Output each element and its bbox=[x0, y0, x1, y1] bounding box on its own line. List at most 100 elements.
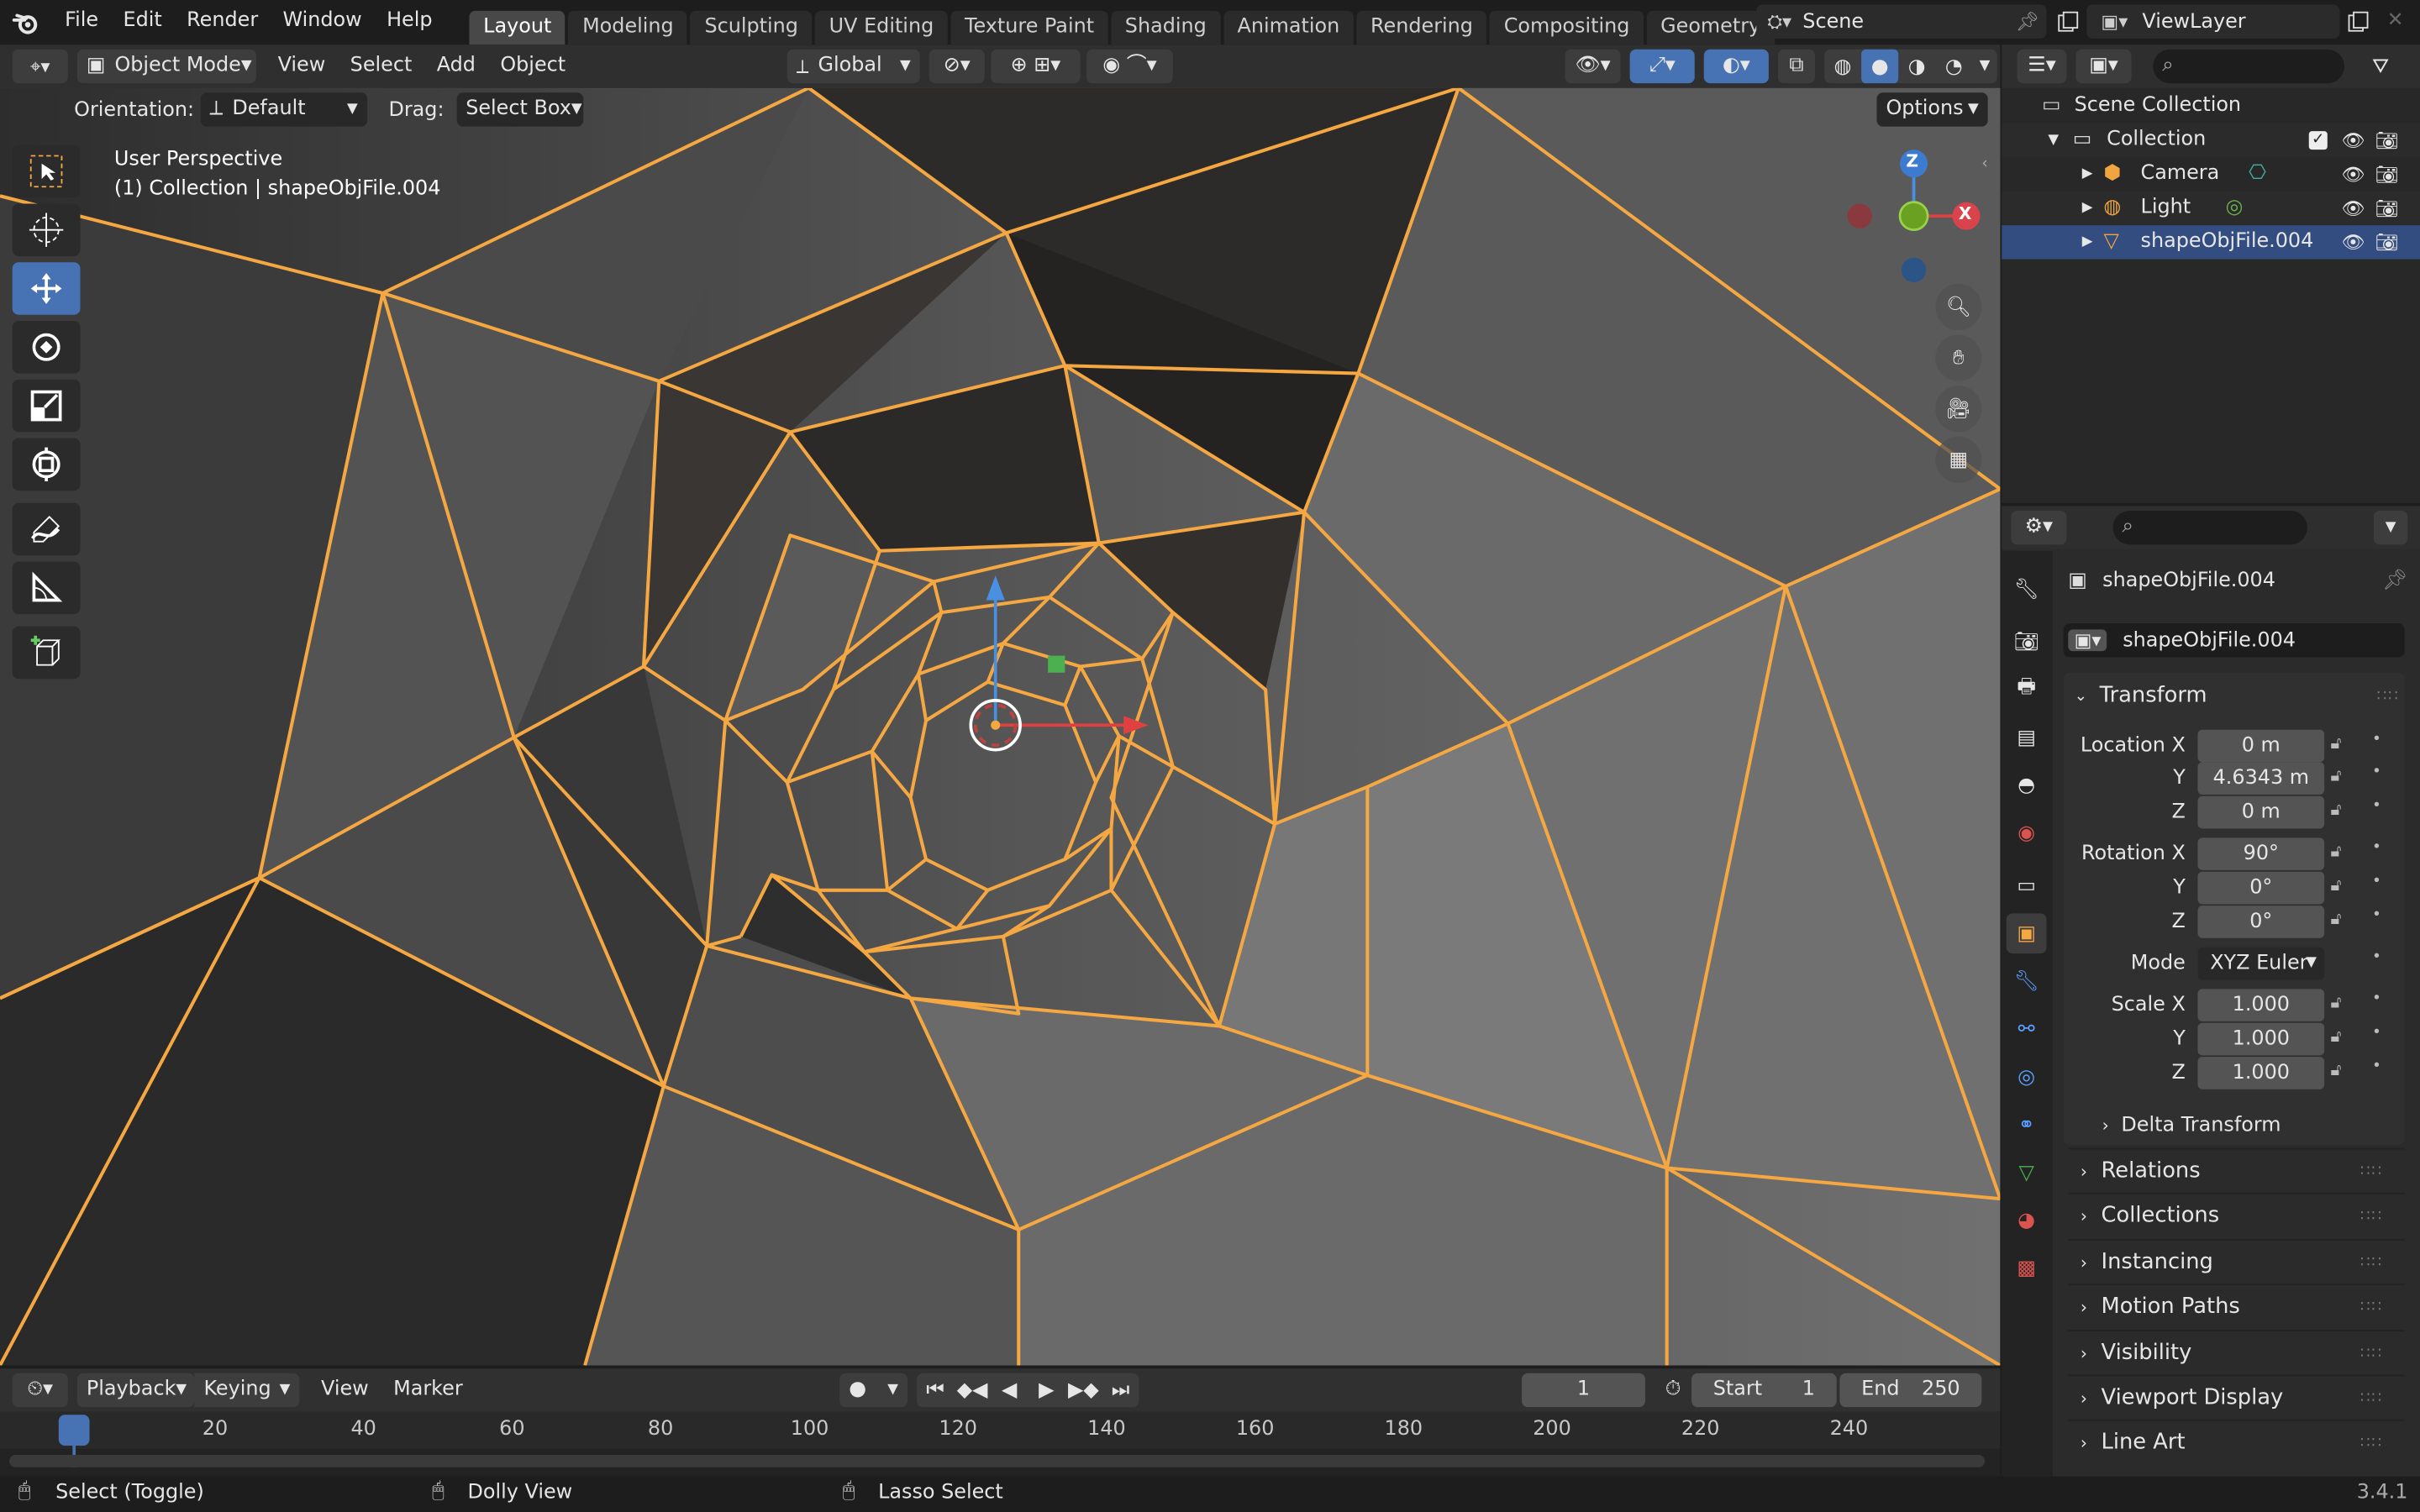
camera-render-icon[interactable]: 📷︎ bbox=[2375, 123, 2399, 157]
new-scene-icon[interactable] bbox=[2053, 8, 2084, 35]
outliner-row-shapeobjfile-004[interactable]: ▶ ▽ shapeObjFile.004 👁︎ 📷︎ bbox=[2002, 225, 2420, 260]
lock-icon[interactable]: 🔓︎ bbox=[2330, 841, 2341, 863]
rotation-z-field[interactable]: 0° bbox=[2197, 906, 2325, 938]
location-x-field[interactable]: 0 m bbox=[2197, 729, 2325, 763]
view-layer-selector[interactable]: ▣▾ ViewLayer bbox=[2086, 4, 2340, 39]
scene-name[interactable]: Scene bbox=[1802, 10, 2015, 34]
visibility-eye-icon[interactable]: 👁︎▾ bbox=[1565, 49, 1621, 84]
scene-tab-icon[interactable]: ◓ bbox=[2007, 765, 2047, 806]
camera-view-icon[interactable]: 🎥︎ bbox=[1935, 386, 1982, 433]
eye-icon[interactable]: 👁︎ bbox=[2341, 225, 2365, 259]
play-icon[interactable]: ▶ bbox=[1028, 1373, 1065, 1407]
navigation-gizmo[interactable]: Z X bbox=[1839, 144, 1987, 291]
zoom-icon[interactable]: 🔍︎ bbox=[1935, 283, 1982, 331]
eye-icon[interactable]: 👁︎ bbox=[2341, 157, 2365, 191]
lock-icon[interactable]: 🔓︎ bbox=[2330, 765, 2341, 787]
object-datablock-name[interactable]: shapeObjFile.004 bbox=[2123, 628, 2296, 652]
rotation-x-field[interactable]: 90° bbox=[2197, 837, 2325, 870]
view-layer-name[interactable]: ViewLayer bbox=[2142, 10, 2339, 34]
3d-viewport[interactable]: User Perspective (1) Collection | shapeO… bbox=[0, 87, 2001, 1366]
outliner-editor-type-icon[interactable]: ☰▾ bbox=[2017, 49, 2067, 84]
panel-collections[interactable]: › Collections ∷∷ bbox=[2068, 1193, 2405, 1239]
overlays-toggle-icon[interactable]: ◐▾ bbox=[1703, 49, 1769, 84]
constraints-tab-icon[interactable]: ⚭ bbox=[2007, 1105, 2047, 1145]
orientation-dropdown[interactable]: ⟂ Default ▼ bbox=[200, 92, 367, 127]
timeline-editor-type-icon[interactable]: ⏲▾ bbox=[12, 1373, 68, 1408]
jump-end-icon[interactable]: ⏭ bbox=[1102, 1373, 1139, 1407]
keying-dropdown[interactable]: Keying ▼ bbox=[194, 1373, 300, 1408]
filter-icon[interactable]: ⛛ bbox=[2372, 55, 2389, 78]
world-tab-icon[interactable]: ◉ bbox=[2007, 813, 2047, 853]
output-tab-icon[interactable]: 🖶︎ bbox=[2007, 669, 2047, 710]
render-tab-icon[interactable]: 📷︎ bbox=[2007, 622, 2047, 662]
sidebar-toggle-icon[interactable]: ‹ bbox=[1981, 156, 1987, 173]
scale-y-field[interactable]: 1.000 bbox=[2197, 1022, 2325, 1056]
lock-icon[interactable]: 🔓︎ bbox=[2330, 909, 2341, 931]
view-layer-tab-icon[interactable]: ▤ bbox=[2007, 717, 2047, 758]
end-frame-field[interactable]: End 250 bbox=[1839, 1373, 1982, 1408]
move-icon[interactable] bbox=[12, 262, 81, 315]
material-shading-icon[interactable]: ◑ bbox=[1898, 50, 1935, 83]
object-mode-dropdown[interactable]: ▣ Object Mode ▼ bbox=[76, 49, 256, 84]
menu-select[interactable]: Select bbox=[338, 45, 424, 87]
keyframe-dot-icon[interactable]: • bbox=[2372, 1025, 2381, 1042]
camera-render-icon[interactable]: 📷︎ bbox=[2375, 157, 2399, 191]
disclosure-triangle-icon[interactable]: ▶ bbox=[2082, 157, 2093, 191]
outliner-row-scene-collection[interactable]: ▭ Scene Collection bbox=[2002, 89, 2420, 123]
menu-add[interactable]: Add bbox=[424, 45, 488, 87]
select-box-icon[interactable] bbox=[12, 144, 81, 198]
scene-selector[interactable]: ⛭▾ Scene 📌︎ bbox=[1756, 4, 2047, 39]
scale-x-field[interactable]: 1.000 bbox=[2197, 989, 2325, 1021]
current-frame-field[interactable]: 1 bbox=[1522, 1373, 1645, 1408]
disclosure-triangle-icon[interactable]: ▼ bbox=[2048, 123, 2059, 157]
hand-pan-icon[interactable]: ✋︎ bbox=[1935, 334, 1982, 381]
outliner-search-input[interactable]: ⌕ bbox=[2153, 49, 2344, 84]
keyframe-dot-icon[interactable]: • bbox=[2372, 949, 2381, 966]
physics-tab-icon[interactable]: ◎ bbox=[2007, 1057, 2047, 1097]
light-data-icon[interactable]: ◎ bbox=[2226, 192, 2244, 225]
panel-relations[interactable]: › Relations ∷∷ bbox=[2068, 1147, 2405, 1193]
camera-render-icon[interactable]: 📷︎ bbox=[2375, 225, 2399, 259]
options-dropdown[interactable]: Options ▼ bbox=[1876, 92, 1988, 127]
eye-icon[interactable]: 👁︎ bbox=[2341, 123, 2365, 157]
object-tab-icon[interactable]: ▣ bbox=[2006, 913, 2047, 954]
menu-render[interactable]: Render bbox=[174, 0, 270, 45]
drag-handle-icon[interactable]: ∷∷ bbox=[2360, 1240, 2383, 1284]
lock-icon[interactable]: 🔓︎ bbox=[2330, 992, 2341, 1014]
camera-render-icon[interactable]: 📷︎ bbox=[2375, 192, 2399, 225]
data-tab-icon[interactable]: ▽ bbox=[2007, 1152, 2047, 1193]
exclude-checkbox[interactable]: ✓ bbox=[2308, 131, 2328, 150]
drag-handle-icon[interactable]: ∷∷ bbox=[2360, 1421, 2383, 1466]
texture-tab-icon[interactable]: ▩ bbox=[2007, 1248, 2047, 1289]
keyframe-dot-icon[interactable]: • bbox=[2372, 798, 2381, 815]
transform-icon[interactable] bbox=[12, 438, 81, 491]
lock-icon[interactable]: 🔓︎ bbox=[2330, 874, 2341, 896]
panel-instancing[interactable]: › Instancing ∷∷ bbox=[2068, 1238, 2405, 1284]
drag-dropdown[interactable]: Select Box ▼ bbox=[456, 92, 583, 127]
object-datablock-field[interactable]: ▣▾ shapeObjFile.004 bbox=[2063, 623, 2405, 658]
workspace-tab-compositing[interactable]: Compositing bbox=[1490, 10, 1644, 45]
next-keyframe-icon[interactable]: ▶◆ bbox=[1065, 1373, 1102, 1407]
workspace-tab-shading[interactable]: Shading bbox=[1111, 10, 1221, 45]
annotate-icon[interactable] bbox=[12, 502, 81, 556]
rotation-mode-dropdown[interactable]: XYZ Euler ▼ bbox=[2197, 947, 2325, 980]
workspace-tab-rendering[interactable]: Rendering bbox=[1356, 10, 1487, 45]
shading-options-icon[interactable]: ▼ bbox=[1972, 50, 1996, 83]
panel-motion-paths[interactable]: › Motion Paths ∷∷ bbox=[2068, 1284, 2405, 1330]
measure-icon[interactable] bbox=[12, 561, 81, 615]
wireframe-shading-icon[interactable]: ◍ bbox=[1824, 50, 1861, 83]
workspace-tab-animation[interactable]: Animation bbox=[1223, 10, 1354, 45]
scale-icon[interactable] bbox=[12, 379, 81, 433]
transform-orientation-dropdown[interactable]: ⟂ Global ▼ bbox=[786, 49, 920, 84]
blender-logo-icon[interactable] bbox=[0, 0, 52, 45]
location-y-field[interactable]: 4.6343 m bbox=[2197, 762, 2325, 795]
cursor-icon[interactable] bbox=[12, 203, 81, 256]
scale-z-field[interactable]: 1.000 bbox=[2197, 1057, 2325, 1089]
start-frame-field[interactable]: Start 1 bbox=[1691, 1373, 1837, 1408]
jump-start-icon[interactable]: ⏮ bbox=[917, 1373, 954, 1407]
drag-handle-icon[interactable]: ∷∷ bbox=[2360, 1285, 2383, 1330]
drag-handle-icon[interactable]: ∷∷ bbox=[2360, 1194, 2383, 1239]
properties-editor-type-icon[interactable]: ⚙▾ bbox=[2011, 510, 2067, 545]
keyframe-dot-icon[interactable]: • bbox=[2372, 990, 2381, 1007]
solid-shading-icon[interactable]: ● bbox=[1861, 49, 1899, 84]
